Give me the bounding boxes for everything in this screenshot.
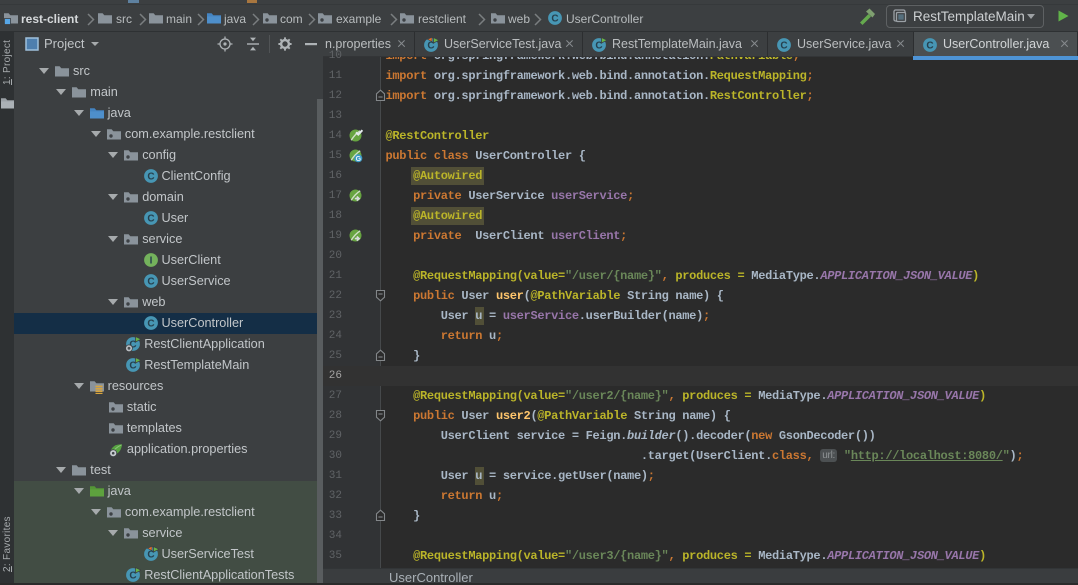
svg-text:C: C <box>926 41 933 52</box>
svg-text:I: I <box>149 255 152 266</box>
svg-text:C: C <box>780 41 787 52</box>
svg-text:C: C <box>147 318 154 329</box>
svg-text:G: G <box>356 156 362 163</box>
svg-text:C: C <box>147 213 154 224</box>
svg-text:C: C <box>147 171 154 182</box>
svg-text:C: C <box>551 14 558 25</box>
svg-text:C: C <box>147 276 154 287</box>
